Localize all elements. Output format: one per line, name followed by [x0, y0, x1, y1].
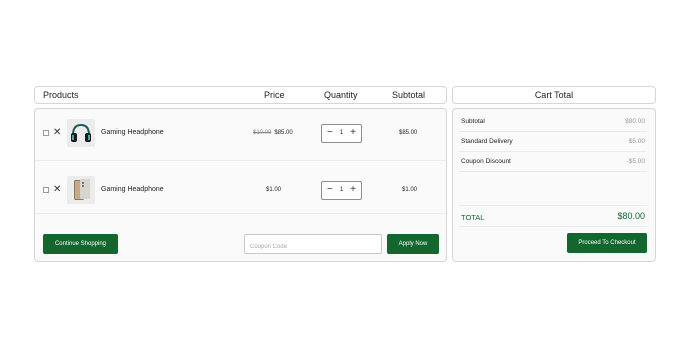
total-amount: $80.00	[617, 211, 645, 221]
continue-shopping-button[interactable]: Continue Shopping	[43, 234, 118, 254]
item-checkbox[interactable]	[43, 187, 49, 193]
remove-item-close-icon[interactable]: ✕	[53, 128, 61, 138]
price-cell: $10.00 $85.00	[253, 130, 293, 136]
delivery-line: Standard Delivery $5.00	[459, 133, 647, 152]
products-column-header: Products	[43, 90, 79, 100]
proceed-to-checkout-button[interactable]: Proceed To Checkout	[567, 233, 647, 253]
coupon-field[interactable]	[244, 234, 382, 256]
cart-total-title: Cart Total	[534, 90, 574, 100]
subtotal-line: Subtotal $80.00	[459, 113, 647, 132]
cart-item-row: ✕ Gaming Headphone $1.00 − 1 + $1.00	[35, 162, 446, 214]
quantity-column-header: Quantity	[324, 90, 358, 100]
quantity-stepper[interactable]: − 1 +	[321, 124, 362, 143]
current-price: $1.00	[266, 187, 282, 193]
cart-total-header: Cart Total	[452, 86, 656, 104]
item-subtotal: $1.00	[402, 187, 418, 193]
plus-icon[interactable]: +	[350, 184, 356, 196]
quantity-stepper[interactable]: − 1 +	[321, 181, 362, 200]
item-checkbox[interactable]	[43, 130, 49, 136]
phone-icon	[67, 176, 95, 204]
old-price: $10.00	[253, 130, 272, 136]
price-cell: $1.00	[266, 187, 281, 193]
delivery-label: Standard Delivery	[461, 138, 513, 145]
item-subtotal: $85.00	[399, 130, 418, 136]
cart-totals-panel: Subtotal $80.00 Standard Delivery $5.00 …	[452, 108, 656, 262]
discount-label: Coupon Discount	[461, 158, 511, 165]
product-name[interactable]: Gaming Headphone	[101, 129, 164, 136]
total-label: TOTAL	[461, 213, 485, 222]
discount-line: Coupon Discount -$5.00	[459, 153, 647, 172]
apply-coupon-button[interactable]: Apply Now	[387, 234, 439, 254]
discount-amount: -$5.00	[626, 158, 645, 165]
subtotal-label: Subtotal	[461, 118, 485, 125]
delivery-amount: $5.00	[628, 138, 645, 145]
coupon-input[interactable]	[245, 238, 381, 256]
headphone-icon	[67, 119, 95, 147]
cart-item-row: ✕ Gaming Headphone $10.00 $85.00 − 1 + $8…	[35, 109, 446, 161]
subtotal-column-header: Subtotal	[392, 90, 426, 100]
plus-icon[interactable]: +	[350, 127, 356, 139]
product-name[interactable]: Gaming Headphone	[101, 186, 164, 193]
current-price: $85.00	[274, 130, 293, 136]
subtotal-amount: $80.00	[625, 118, 645, 125]
price-column-header: Price	[264, 90, 285, 100]
grand-total-line: TOTAL $80.00	[459, 205, 647, 227]
cart-table-header: Products Price Quantity Subtotal	[34, 86, 447, 104]
remove-item-close-icon[interactable]: ✕	[53, 185, 61, 195]
cart-items-panel: ✕ Gaming Headphone $10.00 $85.00 − 1 + $8…	[34, 108, 447, 262]
